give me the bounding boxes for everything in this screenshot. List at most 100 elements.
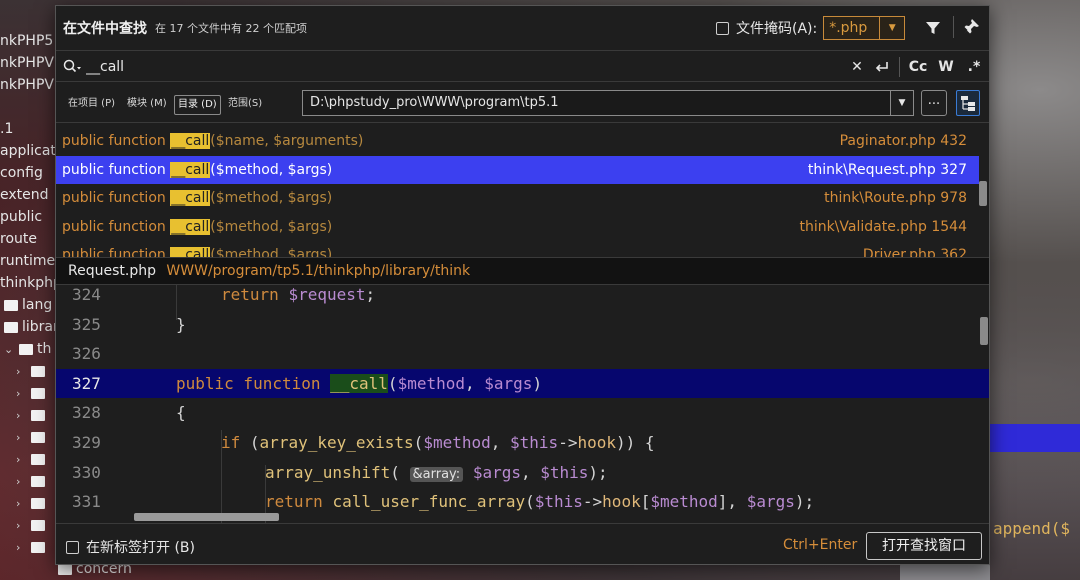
result-row[interactable]: public function __call($method, $args) th… [56, 184, 979, 212]
code-token: ( [249, 433, 260, 452]
tree-item-collapsed[interactable]: › [16, 426, 49, 448]
code-token: $method [423, 433, 491, 452]
file-mask-checkbox[interactable] [716, 21, 729, 35]
code-token: )) { [615, 433, 655, 452]
tab-in-project[interactable]: 在项目 (P) [65, 95, 118, 115]
newline-button[interactable] [872, 57, 892, 77]
code-line[interactable]: 325} [56, 310, 989, 340]
tree-item[interactable]: librar [4, 316, 59, 338]
tree-item-collapsed[interactable]: › [16, 470, 49, 492]
code-line[interactable]: 328 { [56, 398, 989, 428]
tree-item-collapsed[interactable]: › [16, 360, 49, 382]
tree-item-collapsed[interactable]: › [16, 536, 49, 558]
tree-item-collapsed[interactable]: › [16, 492, 49, 514]
code-line[interactable]: 324 return $request; [56, 285, 989, 310]
tree-item-label: thinkphp [0, 275, 62, 291]
code-token: ( [390, 462, 410, 482]
tab-directory[interactable]: 目录 (D) [174, 95, 221, 115]
code-text: public function __call($method, $args) [176, 369, 542, 399]
result-prefix: public function [62, 133, 171, 149]
pin-icon [963, 19, 979, 35]
result-row[interactable]: public function __call($method, $args) th… [56, 213, 979, 241]
result-match-highlight: __call [170, 218, 211, 235]
directory-dropdown[interactable]: ▼ [890, 90, 914, 116]
recursive-toggle[interactable] [956, 90, 980, 116]
results-scrollbar[interactable] [979, 181, 987, 206]
search-input[interactable] [86, 55, 826, 79]
newline-icon [875, 62, 888, 72]
pin-button[interactable] [962, 18, 980, 36]
tab-scope[interactable]: 范围(S) [225, 95, 265, 115]
tree-item[interactable]: lang [4, 294, 52, 316]
tree-item[interactable]: public [0, 206, 42, 228]
result-rest: ($method, $args) [210, 247, 333, 257]
words-toggle[interactable]: W [936, 57, 956, 77]
directory-field[interactable]: D:\phpstudy_pro\WWW\program\tp5.1 [302, 90, 891, 116]
open-in-new-tab-option[interactable]: 在新标签打开 (B) [66, 537, 195, 557]
browse-button[interactable]: ... [921, 90, 947, 116]
tree-item-collapsed[interactable]: › [16, 448, 49, 470]
result-row[interactable]: public function __call($method, $args) Dr… [56, 241, 979, 257]
tree-item[interactable]: thinkphp [0, 272, 62, 294]
open-in-new-tab-checkbox[interactable] [66, 540, 79, 554]
chevron-right-icon: › [16, 497, 21, 510]
result-row[interactable]: public function __call($name, $arguments… [56, 127, 979, 155]
folder-icon [31, 453, 45, 465]
tree-item[interactable]: route [0, 228, 37, 250]
file-mask-dropdown[interactable]: ▼ [879, 16, 906, 40]
line-number: 326 [72, 344, 101, 364]
horizontal-scrollbar[interactable] [134, 513, 279, 521]
line-number: 328 [72, 403, 101, 423]
tree-item-label: nkPHPV [0, 77, 54, 93]
code-line[interactable]: 327 public function __call($method, $args… [56, 368, 989, 399]
code-line[interactable]: 329 if (array_key_exists($method, $this->… [56, 428, 989, 458]
tree-item-collapsed[interactable]: › [16, 404, 49, 426]
search-history-button[interactable] [62, 58, 82, 76]
filter-button[interactable] [924, 19, 942, 37]
tree-item[interactable]: applicati [0, 140, 60, 162]
folder-icon [31, 519, 45, 531]
code-token: ( [525, 492, 535, 512]
line-number: 327 [72, 373, 101, 393]
code-token: __call [330, 373, 388, 393]
code-token: hook [577, 433, 616, 452]
tree-item[interactable]: runtime [0, 250, 55, 272]
tree-item-collapsed[interactable]: › [16, 382, 49, 404]
chevron-down-icon[interactable]: ⌄ [4, 339, 16, 361]
match-case-toggle[interactable]: Cc [907, 57, 929, 77]
vertical-scrollbar[interactable] [980, 317, 988, 345]
tree-item[interactable]: extend [0, 184, 49, 206]
tree-item[interactable]: .1 [0, 118, 13, 140]
tree-item[interactable]: nkPHP5 [0, 30, 53, 52]
find-in-files-dialog: 在文件中查找 在 17 个文件中有 22 个匹配项 文件掩码(A): *.php… [55, 5, 990, 565]
tree-item[interactable]: ⌄ th [4, 338, 51, 360]
code-token: $method [397, 373, 465, 393]
clear-search-button[interactable]: ✕ [849, 57, 865, 77]
code-preview[interactable]: 324 return $request; 325} 326 327 public func… [56, 285, 989, 523]
code-line[interactable]: 326 [56, 339, 989, 369]
code-token: call_user_func_array [332, 492, 526, 512]
code-token: [ [640, 492, 651, 512]
file-mask-input[interactable]: *.php [823, 16, 880, 40]
code-token: { [176, 403, 186, 423]
tree-item[interactable]: nkPHPV [0, 74, 54, 96]
result-prefix: public function [62, 190, 171, 206]
chevron-right-icon: › [16, 365, 21, 378]
tab-module[interactable]: 模块 (M) [124, 95, 170, 115]
result-rest: ($method, $args) [210, 218, 333, 235]
result-row[interactable]: public function __call($method, $args) th… [56, 155, 979, 184]
open-find-window-button[interactable]: 打开查找窗口 [866, 532, 982, 560]
tree-item-label: lang [22, 297, 53, 313]
code-token: , [490, 433, 511, 452]
regex-toggle[interactable]: .* [964, 57, 984, 77]
folder-icon [31, 475, 45, 487]
editor-code-fragment: append($ [993, 519, 1071, 538]
tree-item-collapsed[interactable]: › [16, 514, 49, 536]
tree-item[interactable]: nkPHPV [0, 52, 54, 74]
tree-item-label: route [0, 231, 37, 247]
filter-icon [926, 22, 940, 34]
code-token: return [265, 492, 333, 512]
dialog-titlebar[interactable]: 在文件中查找 在 17 个文件中有 22 个匹配项 文件掩码(A): *.php… [56, 6, 989, 50]
code-line[interactable]: 330 array_unshift( &array: $args, $this); [56, 458, 989, 488]
tree-item[interactable]: config [0, 162, 43, 184]
